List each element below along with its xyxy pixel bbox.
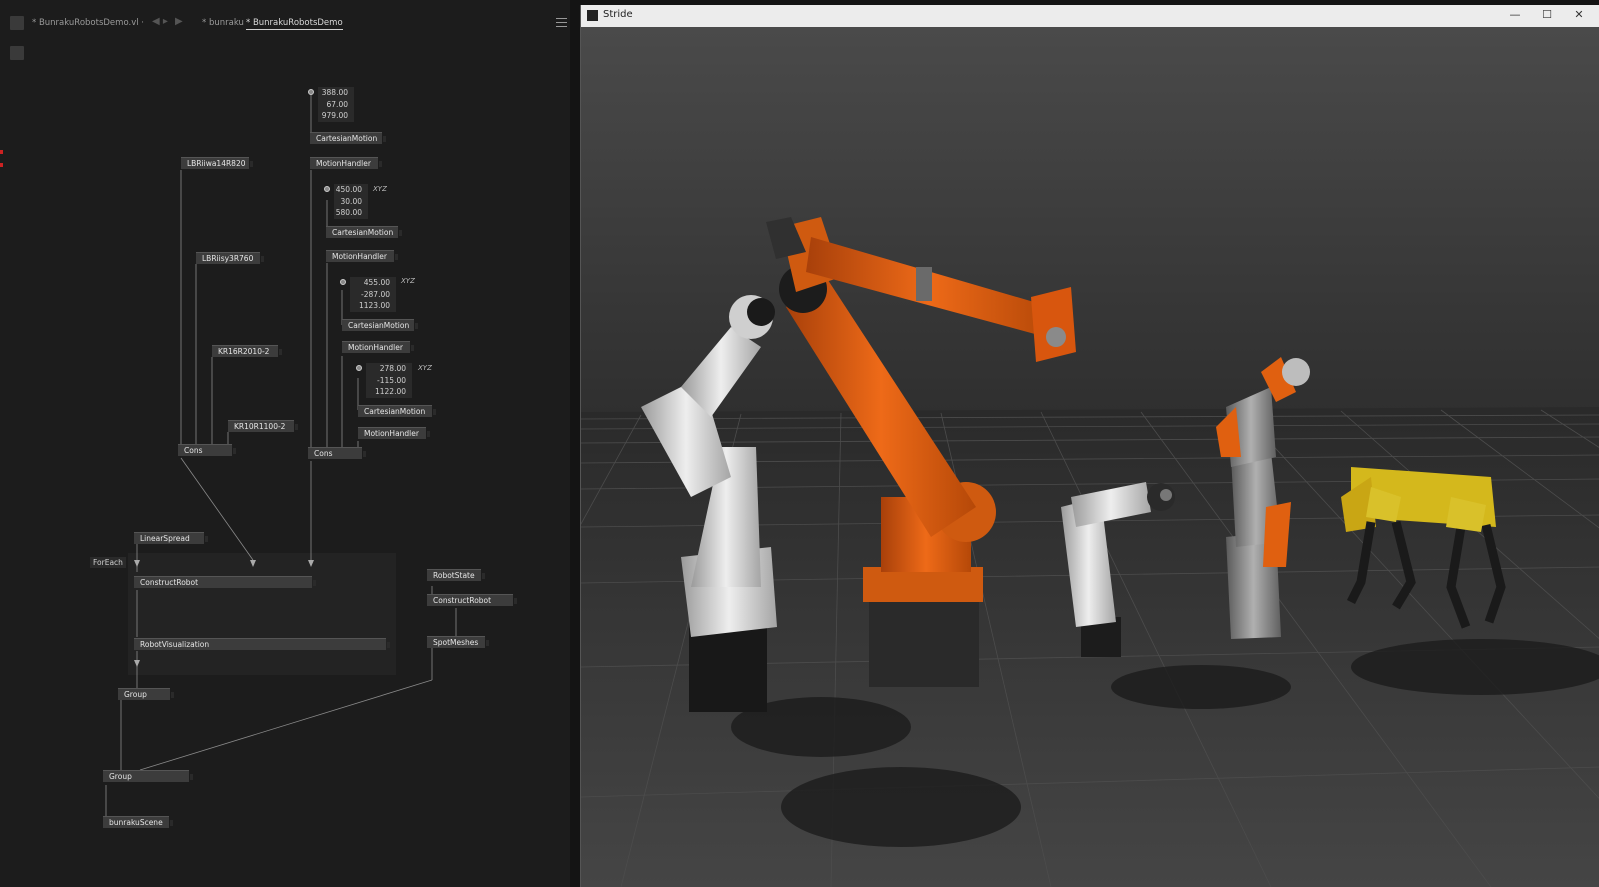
node-kr10[interactable]: KR10R1100-2 <box>228 420 298 432</box>
xyz-label: XYZ <box>418 364 432 372</box>
stride-titlebar[interactable]: Stride — ☐ ✕ <box>581 5 1599 28</box>
node-robot-visualization[interactable]: RobotVisualization <box>134 638 390 650</box>
vector-input-4[interactable]: 278.00 -115.00 1122.00 <box>366 363 412 398</box>
xyz-label: XYZ <box>401 277 415 285</box>
close-button[interactable]: ✕ <box>1569 8 1589 21</box>
vector-input-2[interactable]: 450.00 30.00 580.00 <box>334 184 368 219</box>
minimize-button[interactable]: — <box>1505 8 1525 21</box>
node-cons-1[interactable]: Cons <box>178 444 236 456</box>
node-motion-handler-1[interactable]: MotionHandler <box>310 157 382 169</box>
vector-input-1[interactable]: 388.00 67.00 979.00 <box>318 87 354 122</box>
window-title: Stride <box>603 9 633 20</box>
node-group-1[interactable]: Group <box>118 688 174 700</box>
node-group-2[interactable]: Group <box>103 770 193 782</box>
node-spot-meshes[interactable]: SpotMeshes <box>427 636 489 648</box>
node-lbr-iisy3[interactable]: LBRiisy3R760 <box>196 252 264 264</box>
stride-app-icon <box>587 10 598 21</box>
node-linear-spread[interactable]: LinearSpread <box>134 532 208 544</box>
node-cons-2[interactable]: Cons <box>308 447 366 459</box>
node-cartesian-motion-3[interactable]: CartesianMotion <box>342 319 418 331</box>
node-kr16[interactable]: KR16R2010-2 <box>212 345 282 357</box>
node-cartesian-motion-2[interactable]: CartesianMotion <box>326 226 402 238</box>
patch-editor[interactable]: * BunrakuRobotsDemo.vl · ◀ ▸ ▶ * bunraku… <box>0 0 570 887</box>
vector-input-3[interactable]: 455.00 -287.00 1123.00 <box>350 277 396 312</box>
node-lbr-iiwa14[interactable]: LBRiiwa14R820 <box>181 157 253 169</box>
vector-pin[interactable] <box>308 89 314 95</box>
3d-viewport[interactable] <box>581 27 1599 887</box>
node-construct-robot-2[interactable]: ConstructRobot <box>427 594 517 606</box>
node-motion-handler-3[interactable]: MotionHandler <box>342 341 414 353</box>
node-motion-handler-2[interactable]: MotionHandler <box>326 250 398 262</box>
node-cartesian-motion-4[interactable]: CartesianMotion <box>358 405 436 417</box>
node-cartesian-motion-1[interactable]: CartesianMotion <box>310 132 386 144</box>
xyz-label: XYZ <box>373 185 387 193</box>
vector-pin[interactable] <box>340 279 346 285</box>
node-motion-handler-4[interactable]: MotionHandler <box>358 427 430 439</box>
node-construct-robot[interactable]: ConstructRobot <box>134 576 316 588</box>
node-bunraku-scene[interactable]: bunrakuScene <box>103 816 173 828</box>
patch-wires <box>105 95 457 818</box>
vector-pin[interactable] <box>324 186 330 192</box>
vector-pin[interactable] <box>356 365 362 371</box>
maximize-button[interactable]: ☐ <box>1537 8 1557 21</box>
node-robot-state[interactable]: RobotState <box>427 569 485 581</box>
stride-window[interactable]: Stride — ☐ ✕ <box>580 5 1599 887</box>
